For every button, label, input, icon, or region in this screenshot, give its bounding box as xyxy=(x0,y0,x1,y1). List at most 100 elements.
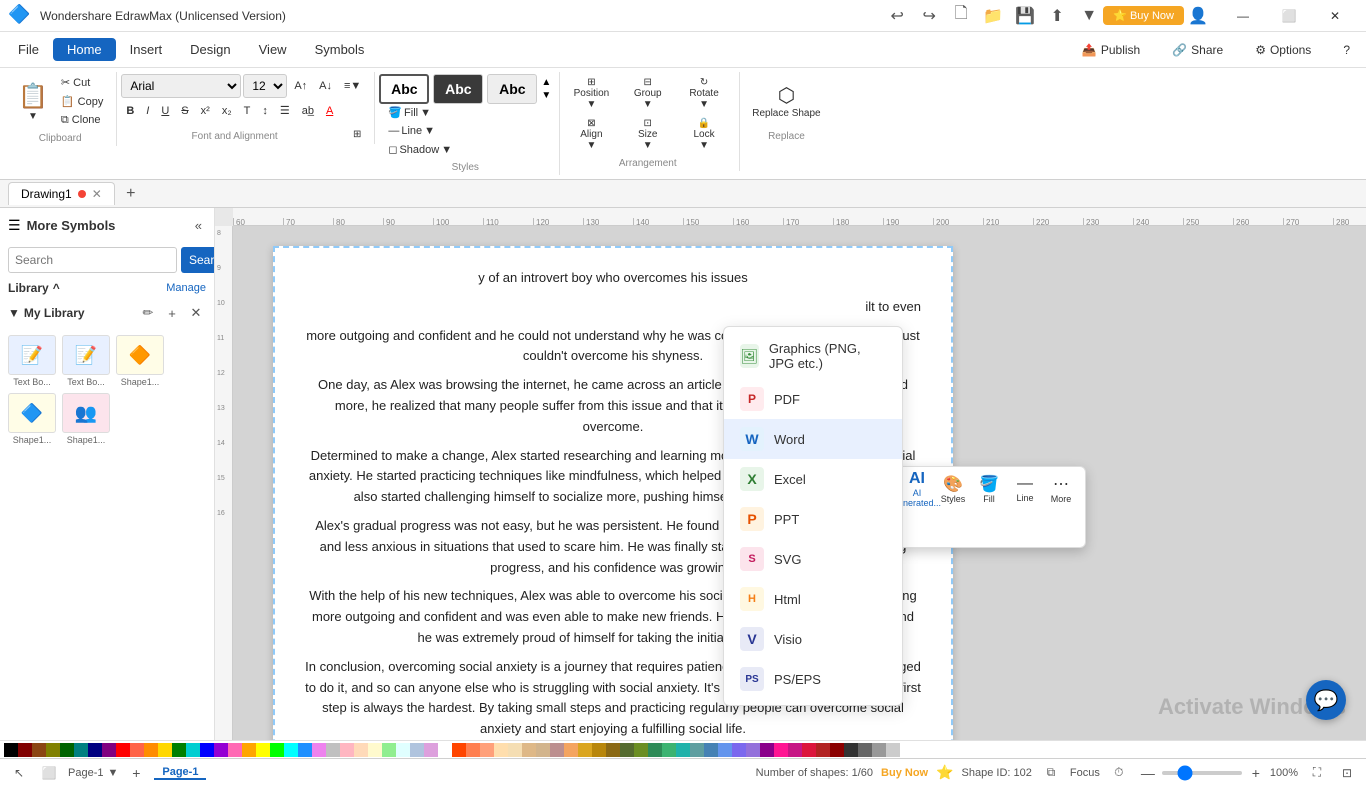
color-swatch-30[interactable] xyxy=(424,743,438,757)
help-btn[interactable]: ? xyxy=(1331,39,1362,61)
color-swatch-47[interactable] xyxy=(662,743,676,757)
close-btn[interactable]: ✕ xyxy=(1312,0,1358,32)
color-swatch-56[interactable] xyxy=(788,743,802,757)
color-swatch-32[interactable] xyxy=(452,743,466,757)
color-swatch-18[interactable] xyxy=(256,743,270,757)
color-swatch-60[interactable] xyxy=(844,743,858,757)
color-swatch-27[interactable] xyxy=(382,743,396,757)
subscript-btn[interactable]: x₂ xyxy=(217,103,237,119)
styles-scroll-down[interactable]: ▼ xyxy=(541,90,551,101)
buy-now-small[interactable]: Buy Now xyxy=(881,767,928,779)
color-swatch-44[interactable] xyxy=(620,743,634,757)
color-swatch-48[interactable] xyxy=(676,743,690,757)
fit-page-btn[interactable]: ⛶ xyxy=(1306,762,1328,784)
superscript-btn[interactable]: x² xyxy=(196,103,215,119)
timer-btn[interactable]: ⏱ xyxy=(1108,762,1130,784)
color-swatch-41[interactable] xyxy=(578,743,592,757)
line-spacing-btn[interactable]: ↕ xyxy=(257,103,273,119)
open-btn[interactable]: 📁 xyxy=(979,2,1007,30)
font-color-btn[interactable]: A xyxy=(321,103,338,119)
color-swatch-38[interactable] xyxy=(536,743,550,757)
clone-btn[interactable]: ⧉ Clone xyxy=(56,112,108,129)
ft-fill-btn[interactable]: 🪣 Fill xyxy=(973,473,1005,505)
color-swatch-40[interactable] xyxy=(564,743,578,757)
color-swatch-7[interactable] xyxy=(102,743,116,757)
page-selector[interactable]: Page-1 ▼ xyxy=(68,767,118,779)
color-swatch-15[interactable] xyxy=(214,743,228,757)
style-box-3[interactable]: Abc xyxy=(487,74,537,104)
color-swatch-43[interactable] xyxy=(606,743,620,757)
add-page-btn[interactable]: + xyxy=(126,763,146,783)
group-btn[interactable]: ⊟Group ▼ xyxy=(621,74,675,113)
text-style-btn[interactable]: T xyxy=(239,103,256,119)
options-btn[interactable]: ⚙ Options xyxy=(1243,39,1323,61)
menu-symbols[interactable]: Symbols xyxy=(301,38,379,61)
canvas-content[interactable]: y of an introvert boy who overcomes his … xyxy=(233,226,1366,740)
export-html-item[interactable]: H Html xyxy=(724,579,902,619)
add-library-btn[interactable]: + xyxy=(162,303,182,323)
line-btn[interactable]: — Line ▼ xyxy=(383,123,457,139)
color-swatch-17[interactable] xyxy=(242,743,256,757)
color-swatch-25[interactable] xyxy=(354,743,368,757)
buy-now-btn[interactable]: ⭐ Buy Now xyxy=(1103,6,1184,25)
ft-line-btn[interactable]: — Line xyxy=(1009,473,1041,505)
pointer-tool-btn[interactable]: ↖ xyxy=(8,762,30,784)
font-size-select[interactable]: 12 xyxy=(243,74,287,98)
color-swatch-42[interactable] xyxy=(592,743,606,757)
export-excel-item[interactable]: X Excel xyxy=(724,459,902,499)
color-swatch-22[interactable] xyxy=(312,743,326,757)
color-swatch-4[interactable] xyxy=(60,743,74,757)
manage-link[interactable]: Manage xyxy=(166,282,206,294)
ft-more-btn[interactable]: ⋯ More xyxy=(1045,473,1077,505)
zoom-in-btn[interactable]: + xyxy=(1246,763,1266,783)
color-swatch-54[interactable] xyxy=(760,743,774,757)
position-btn[interactable]: ⊞Position ▼ xyxy=(564,74,618,113)
library-label[interactable]: Library ^ xyxy=(8,281,60,295)
paste-btn[interactable]: 📋▼ xyxy=(12,79,54,125)
export-btn[interactable]: ⬆ xyxy=(1043,2,1071,30)
thumbnail-item-3[interactable]: 🔷 Shape1... xyxy=(8,393,56,445)
ft-styles-btn[interactable]: 🎨 Styles xyxy=(937,473,969,505)
color-swatch-9[interactable] xyxy=(130,743,144,757)
sidebar-collapse-btn[interactable]: « xyxy=(191,216,206,235)
publish-btn[interactable]: 📤 Publish xyxy=(1070,39,1152,61)
color-swatch-61[interactable] xyxy=(858,743,872,757)
color-swatch-19[interactable] xyxy=(270,743,284,757)
canvas-area[interactable]: 60 70 80 90 100 110 120 130 140 150 160 … xyxy=(215,208,1366,740)
focus-label[interactable]: Focus xyxy=(1070,767,1100,779)
select-tool-btn[interactable]: ⬜ xyxy=(38,762,60,784)
color-swatch-1[interactable] xyxy=(18,743,32,757)
menu-design[interactable]: Design xyxy=(176,38,244,61)
new-btn[interactable]: 🗋 xyxy=(947,2,975,30)
menu-insert[interactable]: Insert xyxy=(116,38,177,61)
align-btn[interactable]: ⊠Align ▼ xyxy=(564,115,618,154)
redo-btn[interactable]: ↪ xyxy=(915,2,943,30)
search-input[interactable] xyxy=(8,247,177,273)
color-swatch-12[interactable] xyxy=(172,743,186,757)
save-btn[interactable]: 💾 xyxy=(1011,2,1039,30)
my-library-label[interactable]: ▼ My Library xyxy=(8,306,134,320)
current-page-tab[interactable]: Page-1 xyxy=(154,766,206,780)
color-swatch-5[interactable] xyxy=(74,743,88,757)
color-swatch-46[interactable] xyxy=(648,743,662,757)
color-swatch-39[interactable] xyxy=(550,743,564,757)
export-word-item[interactable]: W Word xyxy=(724,419,902,459)
color-swatch-35[interactable] xyxy=(494,743,508,757)
font-expand-btn[interactable]: ⊞ xyxy=(348,127,366,142)
thumbnail-item-4[interactable]: 👥 Shape1... xyxy=(62,393,110,445)
color-swatch-59[interactable] xyxy=(830,743,844,757)
export-graphics-item[interactable]: 🖼 Graphics (PNG, JPG etc.) xyxy=(724,333,902,379)
color-swatch-33[interactable] xyxy=(466,743,480,757)
color-swatch-16[interactable] xyxy=(228,743,242,757)
zoom-slider[interactable] xyxy=(1162,771,1242,775)
avatar-btn[interactable]: 👤 xyxy=(1184,2,1212,30)
underline-btn[interactable]: U xyxy=(156,103,174,119)
color-swatch-0[interactable] xyxy=(4,743,18,757)
color-swatch-51[interactable] xyxy=(718,743,732,757)
color-swatch-28[interactable] xyxy=(396,743,410,757)
color-swatch-21[interactable] xyxy=(298,743,312,757)
color-swatch-62[interactable] xyxy=(872,743,886,757)
color-swatch-29[interactable] xyxy=(410,743,424,757)
export-pdf-item[interactable]: P PDF xyxy=(724,379,902,419)
export-svg-item[interactable]: S SVG xyxy=(724,539,902,579)
